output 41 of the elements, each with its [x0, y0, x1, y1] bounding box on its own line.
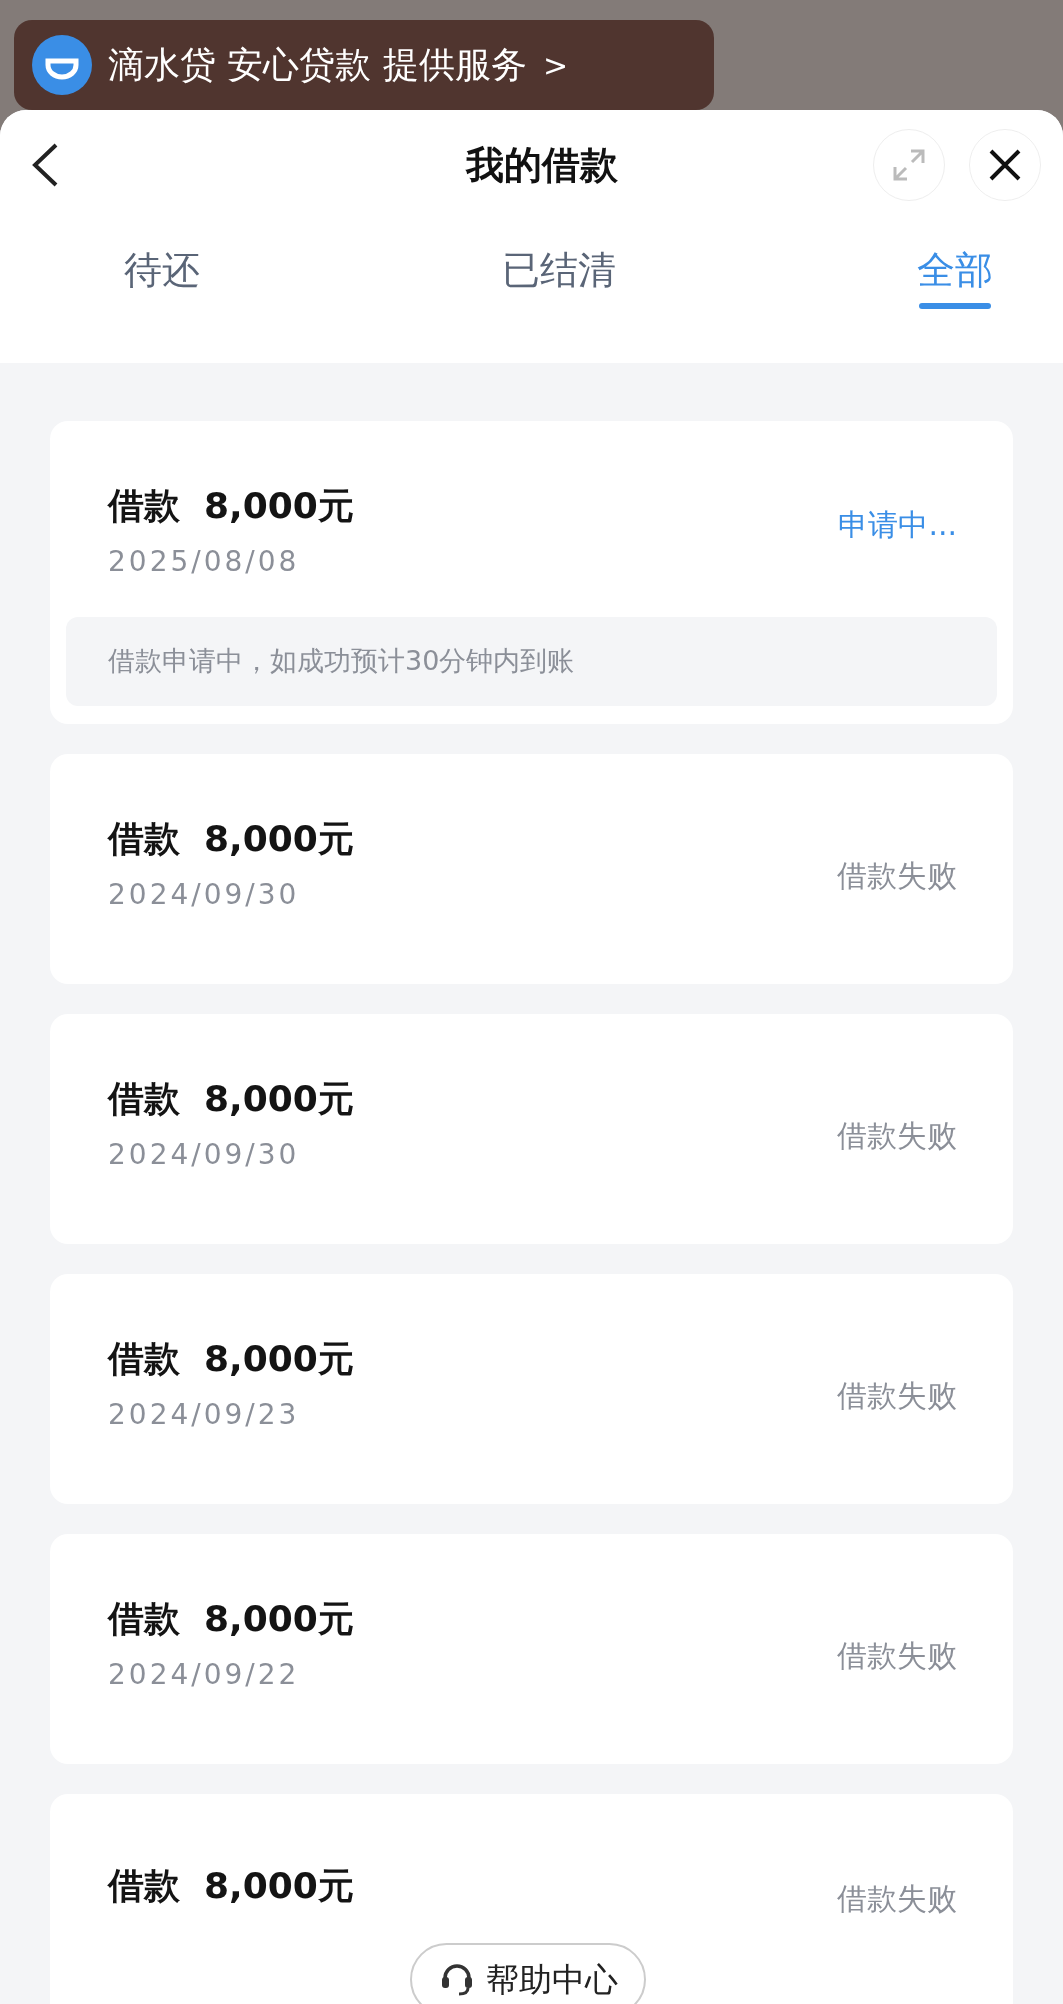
- loan-date: 2025/08/08: [108, 544, 301, 580]
- loan-status: 借款失败: [837, 1377, 957, 1415]
- loan-status: 借款失败: [837, 1879, 957, 1918]
- service-banner[interactable]: 滴水贷 安心贷款 提供服务 >: [14, 20, 714, 110]
- loan-label: 借款: [108, 1864, 180, 1908]
- expand-icon: [891, 147, 927, 183]
- logo-icon: [32, 35, 92, 95]
- loan-date: 2024/09/22: [108, 1656, 301, 1693]
- loan-amount: 8,000元: [204, 1336, 354, 1381]
- tab[interactable]: 已结清: [501, 220, 616, 325]
- tab[interactable]: 待还: [124, 220, 200, 325]
- loan-card[interactable]: 借款 8,000元 2024/09/30 借款失败: [50, 1013, 1013, 1244]
- page-title: 我的借款: [465, 141, 618, 189]
- back-button[interactable]: [30, 142, 60, 188]
- loan-card[interactable]: 借款 8,000元 2024/09/30 借款失败: [50, 753, 1013, 984]
- loan-label: 借款: [108, 1336, 180, 1381]
- back-icon: [30, 142, 60, 188]
- loan-label: 借款: [108, 1076, 180, 1121]
- banner-text: 滴水贷 安心贷款 提供服务: [108, 43, 527, 87]
- loan-card[interactable]: 借款 8,000元 2024/09/23 借款失败: [50, 1273, 1013, 1504]
- loan-status: 借款失败: [837, 1117, 957, 1155]
- loan-date: 2024/09/23: [108, 1396, 301, 1433]
- loan-date: 2024/09/30: [108, 1136, 301, 1173]
- loan-card[interactable]: 借款 8,000元 2024/09/22 借款失败: [50, 1533, 1013, 1764]
- close-icon: [988, 148, 1022, 182]
- loan-amount: 8,000元: [204, 484, 354, 528]
- loan-label: 借款: [108, 484, 180, 528]
- loan-note: 借款申请中，如成功预计30分钟内到账: [66, 617, 997, 706]
- loan-amount: 8,000元: [204, 1596, 354, 1641]
- help-center-button[interactable]: 帮助中心: [410, 1942, 646, 2004]
- loan-amount: 8,000元: [204, 1864, 354, 1908]
- loan-status: 借款失败: [837, 1637, 957, 1675]
- loan-status: 申请中...: [838, 505, 957, 544]
- loan-amount: 8,000元: [204, 1076, 354, 1121]
- loan-label: 借款: [108, 816, 180, 861]
- loan-date: 2024/09/30: [108, 876, 301, 913]
- loan-status: 借款失败: [837, 857, 957, 895]
- loan-amount: 8,000元: [204, 816, 354, 861]
- chevron-icon: >: [542, 42, 569, 88]
- loan-card[interactable]: 借款 8,000元 2025/08/08 申请中... 借款申请中，如成功预计30分钟内到账: [50, 421, 1013, 724]
- loan-label: 借款: [108, 1596, 180, 1641]
